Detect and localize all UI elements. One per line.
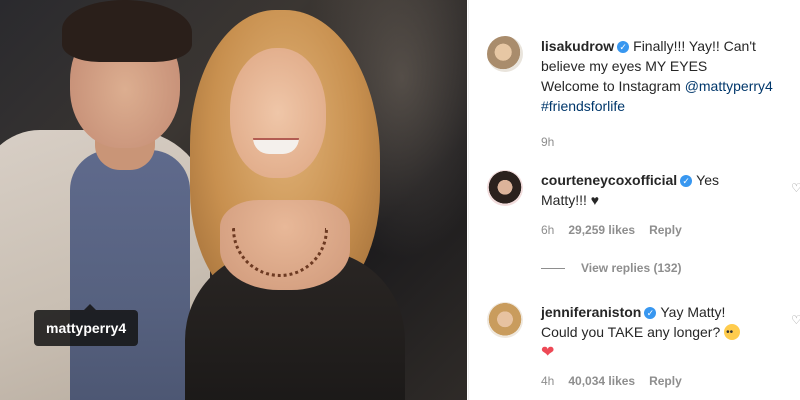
comment-text-line2: Could you TAKE any longer? xyxy=(541,324,721,340)
post-photo[interactable]: mattyperry4 xyxy=(0,0,467,400)
photo-woman-face xyxy=(230,48,326,178)
comment-body: courteneycoxofficial ✓ Yes Matty!!! ♥ 6h 29… xyxy=(541,170,791,240)
replies-divider xyxy=(541,268,565,270)
user-tag[interactable]: mattyperry4 xyxy=(34,304,139,346)
comment-meta: 6h 29,259 likes Reply xyxy=(541,220,791,240)
photo-man-shirt xyxy=(70,150,190,400)
avatar[interactable] xyxy=(487,36,523,72)
reply-button[interactable]: Reply xyxy=(649,374,682,388)
caption-time[interactable]: 9h xyxy=(541,135,554,149)
caption-username[interactable]: lisakudrow xyxy=(541,38,614,54)
reply-button[interactable]: Reply xyxy=(649,223,682,237)
avatar[interactable] xyxy=(487,302,523,338)
verified-badge-icon: ✓ xyxy=(617,41,630,53)
avatar[interactable] xyxy=(487,170,523,206)
flushed-face-icon xyxy=(724,323,741,343)
comment-time[interactable]: 6h xyxy=(541,223,554,237)
comment-username[interactable]: jenniferaniston xyxy=(541,304,641,320)
comment-text-line2: Matty!!! ♥ xyxy=(541,192,600,208)
comment-text: Yay Matty! xyxy=(660,304,726,320)
mention-link[interactable]: @mattyperry4 xyxy=(685,78,773,94)
heart-outline-icon[interactable]: ♡ xyxy=(791,314,800,326)
caption-text-line3: Welcome to Instagram xyxy=(541,78,685,94)
heart-outline-icon[interactable]: ♡ xyxy=(791,182,800,194)
caption-meta: 9h xyxy=(541,132,791,152)
photo-man-hair xyxy=(62,0,192,62)
caption-body: lisakudrow ✓ Finally!!! Yay!! Can't believ… xyxy=(541,36,791,152)
caption-text-line2: believe my eyes MY EYES xyxy=(541,58,708,74)
verified-badge-icon: ✓ xyxy=(680,175,693,187)
comment-time[interactable]: 4h xyxy=(541,374,554,388)
comment-meta: 4h 40,034 likes Reply xyxy=(541,371,791,391)
comment-text: Yes xyxy=(696,172,719,188)
view-replies-button[interactable]: View replies (132) xyxy=(541,261,682,275)
hashtag-link[interactable]: #friendsforlife xyxy=(541,98,625,114)
comments-panel: lisakudrow ✓ Finally!!! Yay!! Can't believ… xyxy=(468,0,800,400)
comment-likes[interactable]: 40,034 likes xyxy=(568,374,635,388)
comment-body: jenniferaniston ✓ Yay Matty! Could you TAK… xyxy=(541,302,791,391)
verified-badge-icon: ✓ xyxy=(644,307,657,319)
caption-text-line1: Finally!!! Yay!! Can't xyxy=(633,38,756,54)
comment-username[interactable]: courteneycoxofficial xyxy=(541,172,677,188)
comment-likes[interactable]: 29,259 likes xyxy=(568,223,635,237)
view-replies-label: View replies (132) xyxy=(581,261,682,275)
red-heart-icon: ❤ xyxy=(541,344,555,361)
